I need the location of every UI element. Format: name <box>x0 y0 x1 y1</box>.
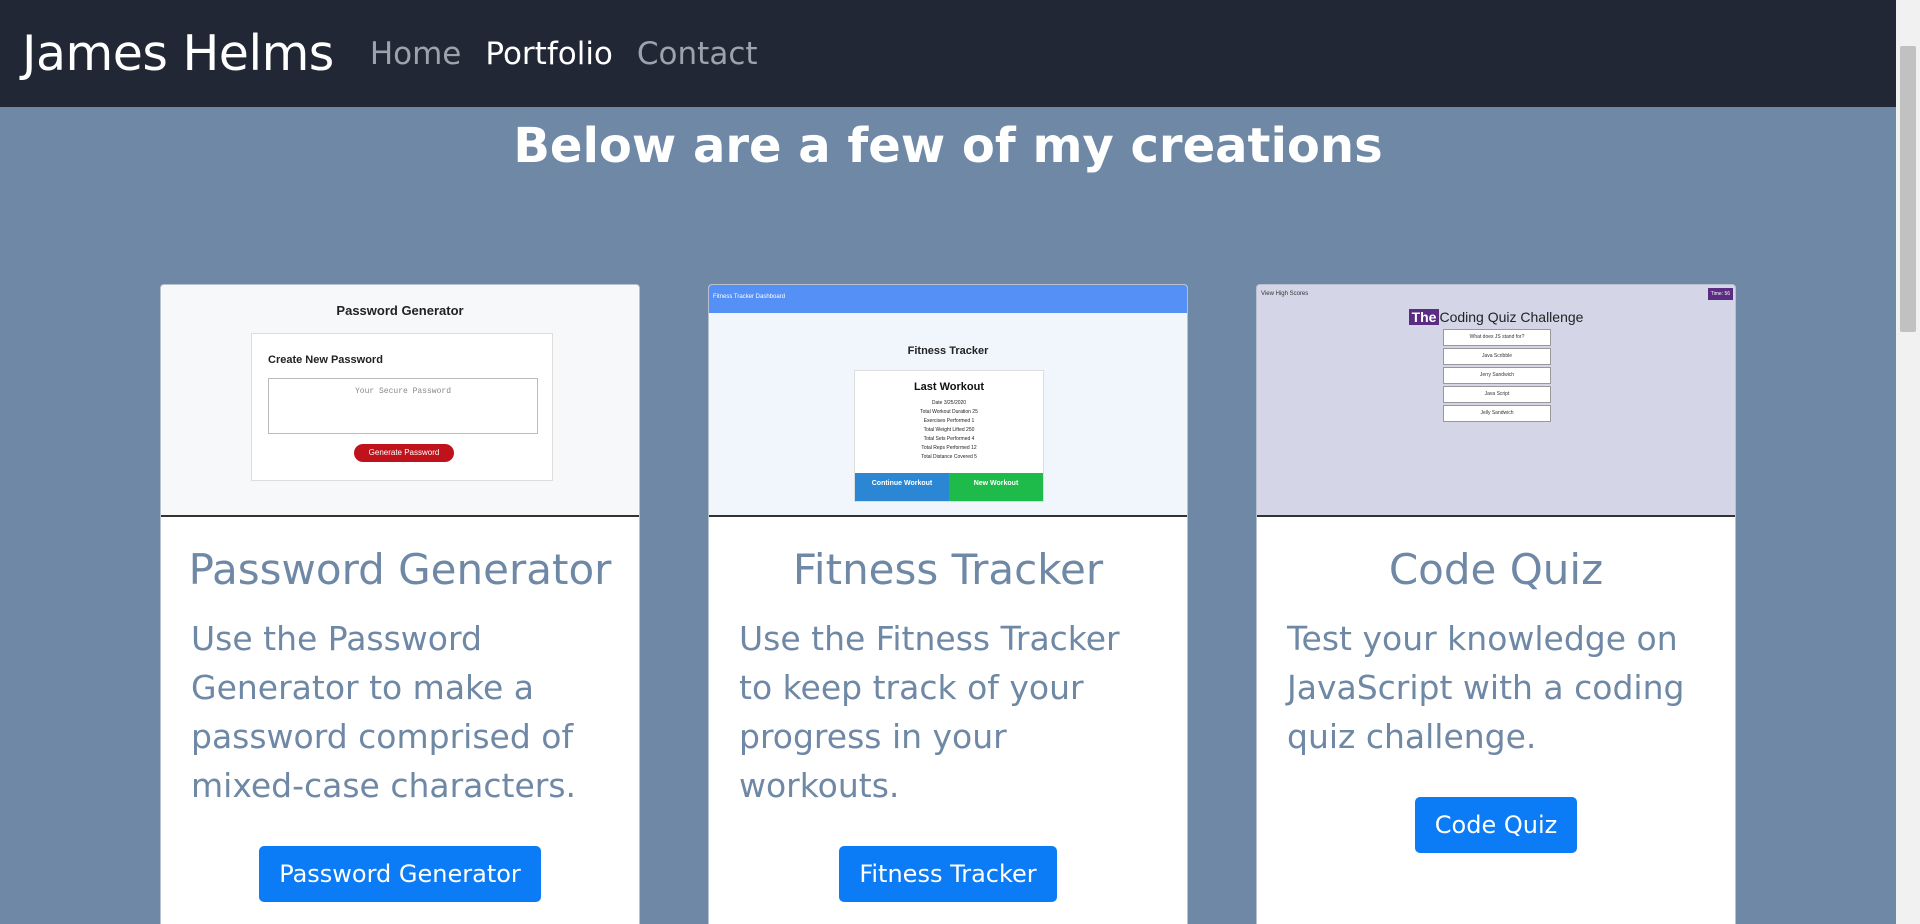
thumb-line: Total Weight Lifted 250 <box>923 427 975 433</box>
page-heading: Below are a few of my creations <box>513 118 1383 174</box>
thumb-card: Last Workout Date 3/25/2020 Total Workou… <box>854 370 1044 502</box>
brand-logo[interactable]: James Helms <box>22 25 334 82</box>
nav-link-home[interactable]: Home <box>370 36 462 72</box>
thumb-line: Total Sets Performed 4 <box>923 436 975 442</box>
thumb-answer: Jerry Sandwich <box>1443 367 1551 384</box>
fitness-tracker-screenshot: Fitness Tracker Dashboard Fitness Tracke… <box>709 285 1187 515</box>
thumb-timer: Time: 56 <box>1707 288 1733 300</box>
card-description: Use the Fitness Tracker to keep track of… <box>739 619 1120 805</box>
thumb-title-prefix: The <box>1408 309 1440 325</box>
thumb-title-rest: Coding Quiz Challenge <box>1439 309 1584 325</box>
code-quiz-button[interactable]: Code Quiz <box>1414 797 1578 853</box>
card-description: Test your knowledge on JavaScript with a… <box>1287 619 1685 756</box>
thumb-line: Exercises Performed 1 <box>923 418 975 424</box>
card-description: Use the Password Generator to make a pas… <box>191 619 577 805</box>
thumb-continue-button: Continue Workout <box>855 473 949 501</box>
project-thumbnail[interactable]: Fitness Tracker Dashboard Fitness Tracke… <box>709 285 1187 517</box>
project-card-code-quiz: View High Scores Time: 56 The Coding Quiz… <box>1256 284 1736 924</box>
card-title: Password Generator <box>188 545 612 594</box>
thumb-card-title: Last Workout <box>913 381 985 393</box>
thumb-header: Fitness Tracker <box>907 345 989 357</box>
project-thumbnail[interactable]: Password Generator Create New Password Y… <box>161 285 639 517</box>
card-title: Code Quiz <box>1388 545 1604 594</box>
thumb-line: Total Distance Covered 5 <box>921 454 977 460</box>
thumb-answer-list: What does JS stand for? Java Scribble Je… <box>1443 329 1551 424</box>
thumb-bar: Fitness Tracker Dashboard <box>709 285 1187 313</box>
thumb-line: Total Reps Performed 12 <box>921 445 977 451</box>
nav-link-portfolio[interactable]: Portfolio <box>485 36 613 72</box>
thumb-answer: Java Script <box>1443 386 1551 403</box>
project-card-fitness-tracker: Fitness Tracker Dashboard Fitness Tracke… <box>708 284 1188 924</box>
card-title: Fitness Tracker <box>792 545 1104 594</box>
code-quiz-screenshot: View High Scores Time: 56 The Coding Quiz… <box>1257 285 1735 515</box>
thumb-box: Create New Password Your Secure Password… <box>251 333 553 481</box>
scrollbar-thumb[interactable] <box>1900 46 1916 332</box>
password-generator-button[interactable]: Password Generator <box>259 846 541 902</box>
thumb-answer: Java Scribble <box>1443 348 1551 365</box>
fitness-tracker-button[interactable]: Fitness Tracker <box>839 846 1057 902</box>
thumb-header: Password Generator <box>336 303 464 318</box>
password-generator-screenshot: Password Generator Create New Password Y… <box>161 285 639 515</box>
thumb-answer: What does JS stand for? <box>1443 329 1551 346</box>
project-thumbnail[interactable]: View High Scores Time: 56 The Coding Quiz… <box>1257 285 1735 517</box>
project-card-password-generator: Password Generator Create New Password Y… <box>160 284 640 924</box>
nav-link-contact[interactable]: Contact <box>637 36 758 72</box>
thumb-line: Date 3/25/2020 <box>931 400 967 406</box>
thumb-buttons: Continue Workout New Workout <box>855 473 1043 501</box>
thumb-title: The Coding Quiz Challenge <box>1257 309 1735 325</box>
page-scrollbar[interactable] <box>1896 0 1920 924</box>
navbar: James Helms Home Portfolio Contact <box>0 0 1896 107</box>
thumb-new-button: New Workout <box>949 473 1043 501</box>
thumb-lines: Date 3/25/2020 Total Workout Duration 25… <box>855 399 1043 462</box>
thumb-subtitle: Create New Password <box>268 354 383 366</box>
thumb-high-scores: View High Scores <box>1261 291 1309 297</box>
thumb-answer: Jelly Sandwich <box>1443 405 1551 422</box>
thumb-line: Total Workout Duration 25 <box>920 409 978 415</box>
thumb-button: Generate Password <box>354 444 454 462</box>
thumb-textarea: Your Secure Password <box>268 378 538 434</box>
